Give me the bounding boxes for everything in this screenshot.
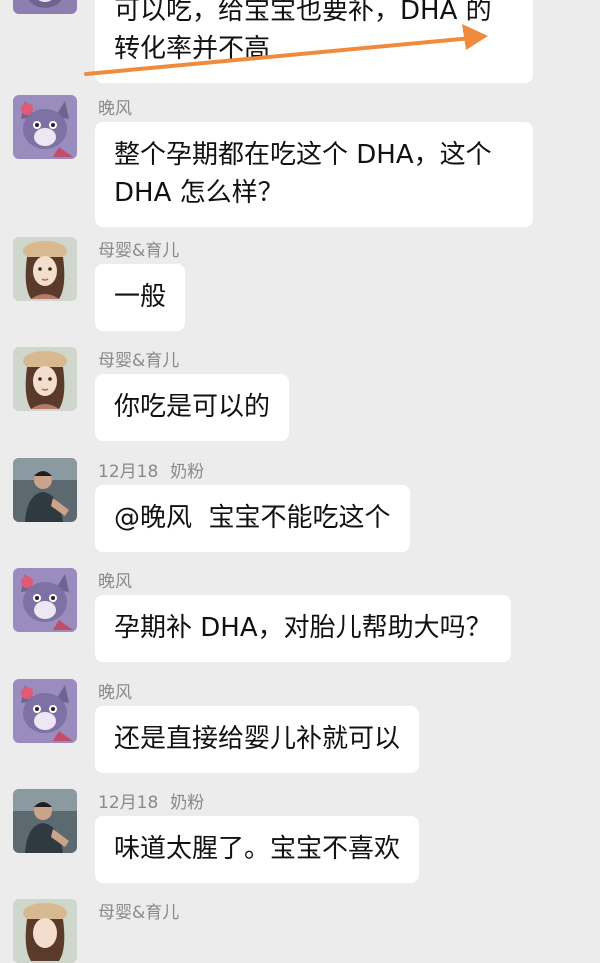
message-text-line: 你吃是可以的 [114,392,271,422]
man-photo-avatar-icon [13,458,77,522]
avatar[interactable] [13,568,77,632]
message-date: 12月18 [98,793,159,813]
message-text-line: @晚风 宝宝不能吃这个 [114,503,391,533]
avatar[interactable] [13,0,77,14]
message-bubble[interactable]: 味道太腥了。宝宝不喜欢 [95,816,420,883]
avatar[interactable] [13,789,77,853]
message-text-line: 还是直接给婴儿补就可以 [114,724,401,754]
sender-name: 晚风 [98,98,132,120]
chat-message-list: 可以吃，给宝宝也要补，DHA 的 转化率并不高 晚风 整个孕期都在吃这个 DHA… [0,0,600,963]
sender-name-text: 晚风 [98,99,132,119]
girl-illustration-avatar-icon [13,899,77,963]
message-bubble[interactable]: @晚风 宝宝不能吃这个 [95,485,410,552]
sender-name-text: 晚风 [98,572,132,592]
message-bubble[interactable]: 孕期补 DHA，对胎儿帮助大吗？ [95,595,511,662]
sender-name-text: 母婴&育儿 [98,241,180,261]
message-bubble[interactable]: 一般 [95,264,186,331]
cat-cartoon-avatar-icon [13,568,77,632]
sender-name-text: 母婴&育儿 [98,351,180,371]
avatar[interactable] [13,899,77,963]
message-text-line: 味道太腥了。宝宝不喜欢 [114,834,401,864]
sender-name: 母婴&育儿 [98,350,179,372]
message-bubble[interactable]: 整个孕期都在吃这个 DHA，这个 DHA 怎么样？ [95,122,533,227]
cat-cartoon-avatar-icon [13,679,77,743]
message-date: 12月18 [98,462,159,482]
sender-name-text: 奶粉 [170,793,205,813]
girl-illustration-avatar-icon [13,347,77,411]
sender-name-text: 奶粉 [170,462,205,482]
message-bubble[interactable]: 你吃是可以的 [95,374,290,441]
sender-name: 晚风 [98,571,132,593]
message-text-line: 可以吃，给宝宝也要补，DHA 的 [114,0,492,26]
man-photo-avatar-icon [13,789,77,853]
sender-name: 12月18 奶粉 [98,461,204,483]
cat-cartoon-avatar-icon [13,95,77,159]
avatar[interactable] [13,237,77,301]
cat-cartoon-avatar-icon [13,0,77,14]
message-text-line: 转化率并不高 [114,34,271,64]
message-text-line: 一般 [114,282,167,312]
avatar[interactable] [13,458,77,522]
sender-name: 母婴&育儿 [98,240,179,262]
sender-name: 晚风 [98,682,132,704]
message-text-line: 整个孕期都在吃这个 DHA，这个 [114,140,492,170]
sender-name-text: 晚风 [98,683,132,703]
message-bubble[interactable]: 还是直接给婴儿补就可以 [95,706,420,773]
avatar[interactable] [13,679,77,743]
sender-name: 母婴&育儿 [98,902,179,924]
sender-name: 12月18 奶粉 [98,792,204,814]
girl-illustration-avatar-icon [13,237,77,301]
sender-name-text: 母婴&育儿 [98,903,180,923]
avatar[interactable] [13,95,77,159]
message-text-line: 孕期补 DHA，对胎儿帮助大吗？ [114,613,492,643]
avatar[interactable] [13,347,77,411]
message-text-line: DHA 怎么样？ [114,178,284,208]
message-bubble[interactable]: 可以吃，给宝宝也要补，DHA 的 转化率并不高 [95,0,533,83]
